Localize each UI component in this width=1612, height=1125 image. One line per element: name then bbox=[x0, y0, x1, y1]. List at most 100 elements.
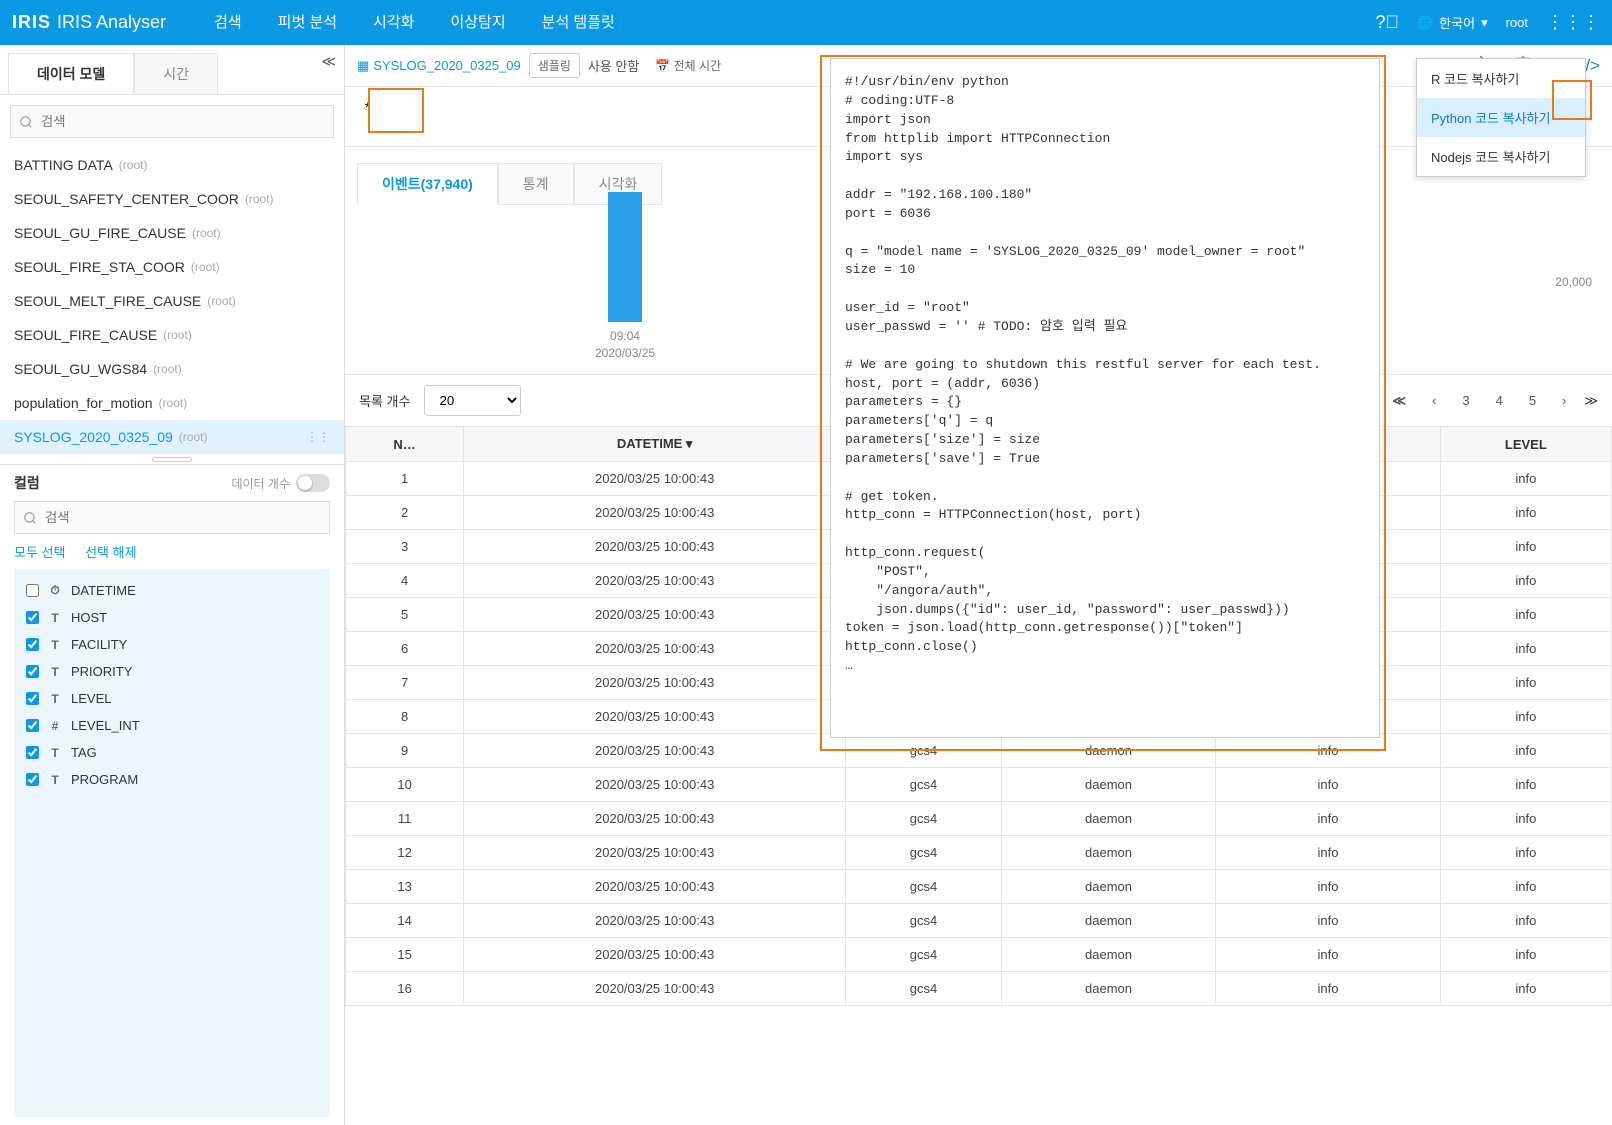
nav-item[interactable]: 이상탐지 bbox=[432, 0, 523, 48]
type-icon: T bbox=[47, 692, 63, 706]
code-content[interactable]: #!/usr/bin/env python # coding:UTF-8 imp… bbox=[845, 73, 1365, 676]
column-checkbox[interactable] bbox=[26, 746, 39, 759]
model-item[interactable]: SEOUL_GU_FIRE_CAUSE(root) bbox=[0, 216, 344, 250]
language-selector[interactable]: 🌐 한국어 ▾ bbox=[1417, 13, 1488, 32]
model-search-input[interactable] bbox=[10, 105, 334, 138]
table-row[interactable]: 102020/03/25 10:00:43gcs4daemoninfoinfo bbox=[346, 768, 1612, 802]
column-title: 컬럼 bbox=[14, 473, 40, 493]
code-menu-item[interactable]: R 코드 복사하기 bbox=[1417, 59, 1585, 98]
page-number[interactable]: 4 bbox=[1488, 389, 1511, 412]
help-icon[interactable]: ?⃝ bbox=[1375, 12, 1399, 33]
column-checkbox[interactable] bbox=[26, 638, 39, 651]
collapse-sidebar-icon[interactable]: ≪ bbox=[321, 53, 336, 70]
model-item[interactable]: SEOUL_FIRE_STA_COOR(root) bbox=[0, 250, 344, 284]
column-checkbox[interactable] bbox=[26, 692, 39, 705]
result-tab[interactable]: 이벤트(37,940) bbox=[357, 163, 498, 205]
chevron-down-icon: ▾ bbox=[1481, 15, 1488, 31]
page-next[interactable]: › bbox=[1554, 389, 1574, 412]
table-row[interactable]: 132020/03/25 10:00:43gcs4daemoninfoinfo bbox=[346, 870, 1612, 904]
column-item[interactable]: TFACILITY bbox=[22, 631, 322, 658]
sidebar-tab[interactable]: 데이터 모델 bbox=[8, 53, 134, 94]
code-menu-item[interactable]: Nodejs 코드 복사하기 bbox=[1417, 137, 1585, 176]
sidebar-tabs: 데이터 모델시간 bbox=[0, 45, 344, 95]
logo-text: IRIS Analyser bbox=[57, 12, 166, 33]
deselect-all-link[interactable]: 선택 해제 bbox=[85, 545, 136, 560]
type-icon: T bbox=[47, 773, 63, 787]
type-icon: T bbox=[47, 638, 63, 652]
page-size-label: 목록 개수 bbox=[359, 391, 410, 410]
page-size-select[interactable]: 20 bbox=[424, 385, 521, 416]
chart-x-label: 09:04 2020/03/25 bbox=[595, 328, 655, 362]
resize-handle[interactable] bbox=[0, 454, 344, 464]
column-item[interactable]: #LEVEL_INT bbox=[22, 712, 322, 739]
header-right: ?⃝ 🌐 한국어 ▾ root ⋮⋮⋮ bbox=[1375, 12, 1600, 33]
column-checkbox[interactable] bbox=[26, 719, 39, 732]
page-prev[interactable]: ‹ bbox=[1424, 389, 1444, 412]
model-item[interactable]: SEOUL_FIRE_CAUSE(root) bbox=[0, 318, 344, 352]
column-checkbox[interactable] bbox=[26, 611, 39, 624]
page-last[interactable]: ≫ bbox=[1584, 393, 1598, 409]
model-badge[interactable]: ▦ SYSLOG_2020_0325_09 bbox=[357, 58, 521, 74]
table-row[interactable]: 152020/03/25 10:00:43gcs4daemoninfoinfo bbox=[346, 938, 1612, 972]
data-count-toggle[interactable] bbox=[296, 474, 330, 492]
calendar-icon: 📅 bbox=[655, 59, 670, 73]
page-first[interactable]: ≪ bbox=[1384, 389, 1414, 413]
grip-icon[interactable]: ⋮⋮ bbox=[306, 430, 330, 444]
column-checkbox[interactable] bbox=[26, 665, 39, 678]
nav-item[interactable]: 시각화 bbox=[355, 0, 432, 48]
code-popup: #!/usr/bin/env python # coding:UTF-8 imp… bbox=[830, 58, 1380, 738]
apps-icon[interactable]: ⋮⋮⋮ bbox=[1546, 12, 1600, 33]
model-list: BATTING DATA(root)SEOUL_SAFETY_CENTER_CO… bbox=[0, 148, 344, 454]
data-count-label: 데이터 개수 bbox=[231, 475, 290, 492]
sidebar: ≪ 데이터 모델시간 BATTING DATA(root)SEOUL_SAFET… bbox=[0, 45, 345, 1125]
chart-bar[interactable] bbox=[608, 192, 642, 322]
column-item[interactable]: ⏱DATETIME bbox=[22, 577, 322, 604]
code-menu-item[interactable]: Python 코드 복사하기 bbox=[1417, 98, 1585, 137]
model-item[interactable]: SEOUL_GU_WGS84(root) bbox=[0, 352, 344, 386]
model-item[interactable]: SEOUL_SAFETY_CENTER_COOR(root) bbox=[0, 182, 344, 216]
model-item[interactable]: population_for_motion(root) bbox=[0, 386, 344, 420]
pagination: ≪ ‹ 345 › ≫ bbox=[1384, 389, 1598, 413]
main-nav: 검색피벗 분석시각화이상탐지분석 템플릿 bbox=[196, 0, 633, 48]
table-header[interactable]: LEVEL bbox=[1440, 427, 1611, 462]
select-all-link[interactable]: 모두 선택 bbox=[14, 545, 65, 560]
sampling-value: 사용 안함 bbox=[588, 56, 639, 75]
column-item[interactable]: TPRIORITY bbox=[22, 658, 322, 685]
model-item[interactable]: SYSLOG_2020_0325_09(root)⋮⋮ bbox=[0, 420, 344, 454]
type-icon: # bbox=[47, 719, 63, 733]
type-icon: ⏱ bbox=[47, 583, 63, 598]
column-search-input[interactable] bbox=[14, 501, 330, 534]
time-range-pill[interactable]: 📅 전체 시간 bbox=[647, 54, 729, 77]
table-row[interactable]: 122020/03/25 10:00:43gcs4daemoninfoinfo bbox=[346, 836, 1612, 870]
logo-mark: IRIS bbox=[12, 12, 51, 33]
nav-item[interactable]: 피벗 분석 bbox=[260, 0, 355, 48]
language-label: 한국어 bbox=[1439, 13, 1475, 32]
sidebar-tab[interactable]: 시간 bbox=[134, 53, 218, 94]
table-row[interactable]: 112020/03/25 10:00:43gcs4daemoninfoinfo bbox=[346, 802, 1612, 836]
result-tab[interactable]: 통계 bbox=[498, 163, 574, 205]
model-item[interactable]: BATTING DATA(root) bbox=[0, 148, 344, 182]
sampling-pill[interactable]: 샘플링 bbox=[529, 53, 580, 78]
model-icon: ▦ bbox=[357, 58, 369, 74]
table-row[interactable]: 162020/03/25 10:00:43gcs4daemoninfoinfo bbox=[346, 972, 1612, 1006]
column-checkbox[interactable] bbox=[26, 584, 39, 597]
user-label[interactable]: root bbox=[1506, 15, 1528, 30]
column-checkbox[interactable] bbox=[26, 773, 39, 786]
nav-item[interactable]: 분석 템플릿 bbox=[524, 0, 633, 48]
globe-icon: 🌐 bbox=[1417, 15, 1433, 31]
column-item[interactable]: TPROGRAM bbox=[22, 766, 322, 793]
code-copy-menu: R 코드 복사하기Python 코드 복사하기Nodejs 코드 복사하기 bbox=[1416, 58, 1586, 177]
table-row[interactable]: 92020/03/25 10:00:43gcs4daemoninfoinfo bbox=[346, 734, 1612, 768]
column-item[interactable]: TTAG bbox=[22, 739, 322, 766]
model-name-label: SYSLOG_2020_0325_09 bbox=[373, 58, 520, 73]
nav-item[interactable]: 검색 bbox=[196, 0, 260, 48]
table-row[interactable]: 142020/03/25 10:00:43gcs4daemoninfoinfo bbox=[346, 904, 1612, 938]
table-header[interactable]: DATETIME ▾ bbox=[464, 427, 846, 462]
column-item[interactable]: TLEVEL bbox=[22, 685, 322, 712]
table-header[interactable]: N… bbox=[346, 427, 464, 462]
page-number[interactable]: 3 bbox=[1454, 389, 1477, 412]
logo: IRIS IRIS Analyser bbox=[12, 12, 166, 33]
page-number[interactable]: 5 bbox=[1521, 389, 1544, 412]
column-item[interactable]: THOST bbox=[22, 604, 322, 631]
model-item[interactable]: SEOUL_MELT_FIRE_CAUSE(root) bbox=[0, 284, 344, 318]
